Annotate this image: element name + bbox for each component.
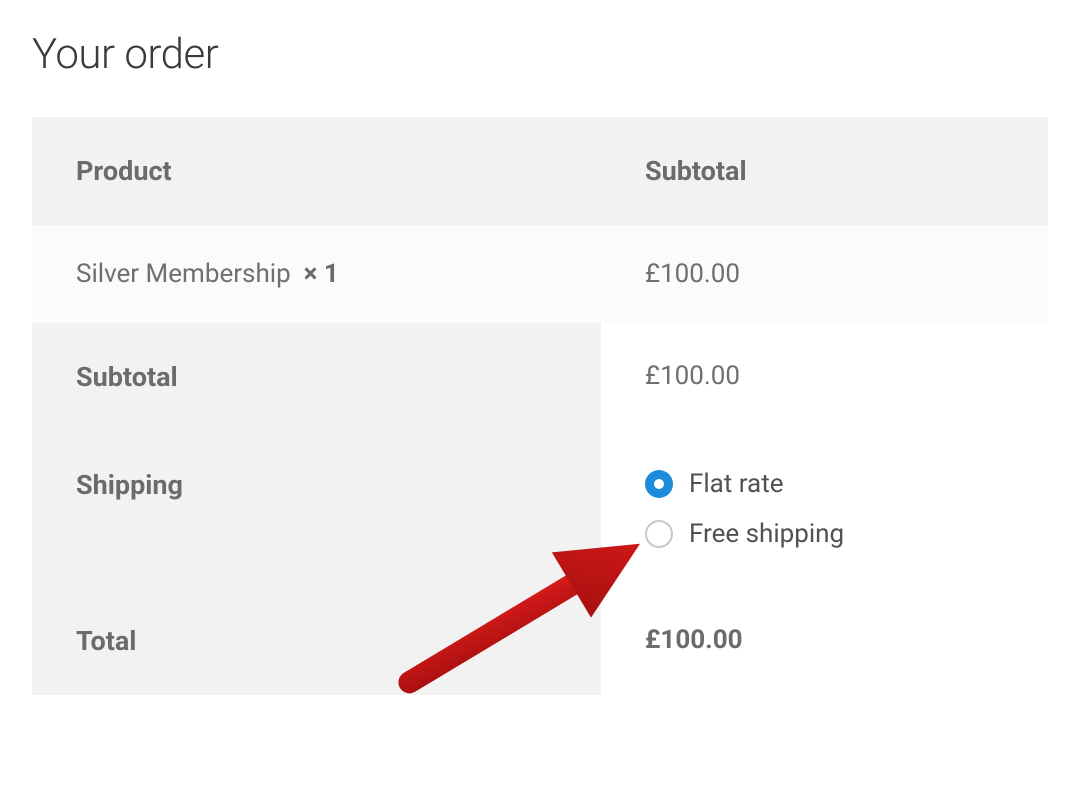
subtotal-label: Subtotal: [32, 323, 601, 431]
subtotal-value: £100.00: [601, 323, 1048, 431]
item-name: Silver Membership: [76, 259, 291, 289]
page-title: Your order: [32, 30, 1048, 79]
shipping-option-flat-rate[interactable]: Flat rate: [645, 469, 1004, 499]
header-product: Product: [32, 117, 601, 225]
total-value: £100.00: [601, 587, 1048, 695]
item-quantity: × 1: [304, 259, 339, 289]
shipping-option-label[interactable]: Free shipping: [689, 519, 844, 549]
shipping-option-free-shipping[interactable]: Free shipping: [645, 519, 1004, 549]
subtotal-row: Subtotal £100.00: [32, 323, 1048, 431]
shipping-label: Shipping: [32, 431, 601, 587]
radio-unchecked-icon[interactable]: [645, 520, 673, 548]
shipping-options: Flat rate Free shipping: [645, 469, 1004, 549]
header-subtotal: Subtotal: [601, 117, 1048, 225]
order-review-table: Product Subtotal Silver Membership × 1 £…: [32, 117, 1048, 695]
item-name-cell: Silver Membership × 1: [32, 225, 601, 323]
shipping-row: Shipping Flat rate Free shipping: [32, 431, 1048, 587]
total-label: Total: [32, 587, 601, 695]
total-row: Total £100.00: [32, 587, 1048, 695]
radio-checked-icon[interactable]: [645, 470, 673, 498]
shipping-option-label[interactable]: Flat rate: [689, 469, 784, 499]
shipping-options-cell: Flat rate Free shipping: [601, 431, 1048, 587]
item-subtotal: £100.00: [601, 225, 1048, 323]
table-row: Silver Membership × 1 £100.00: [32, 225, 1048, 323]
